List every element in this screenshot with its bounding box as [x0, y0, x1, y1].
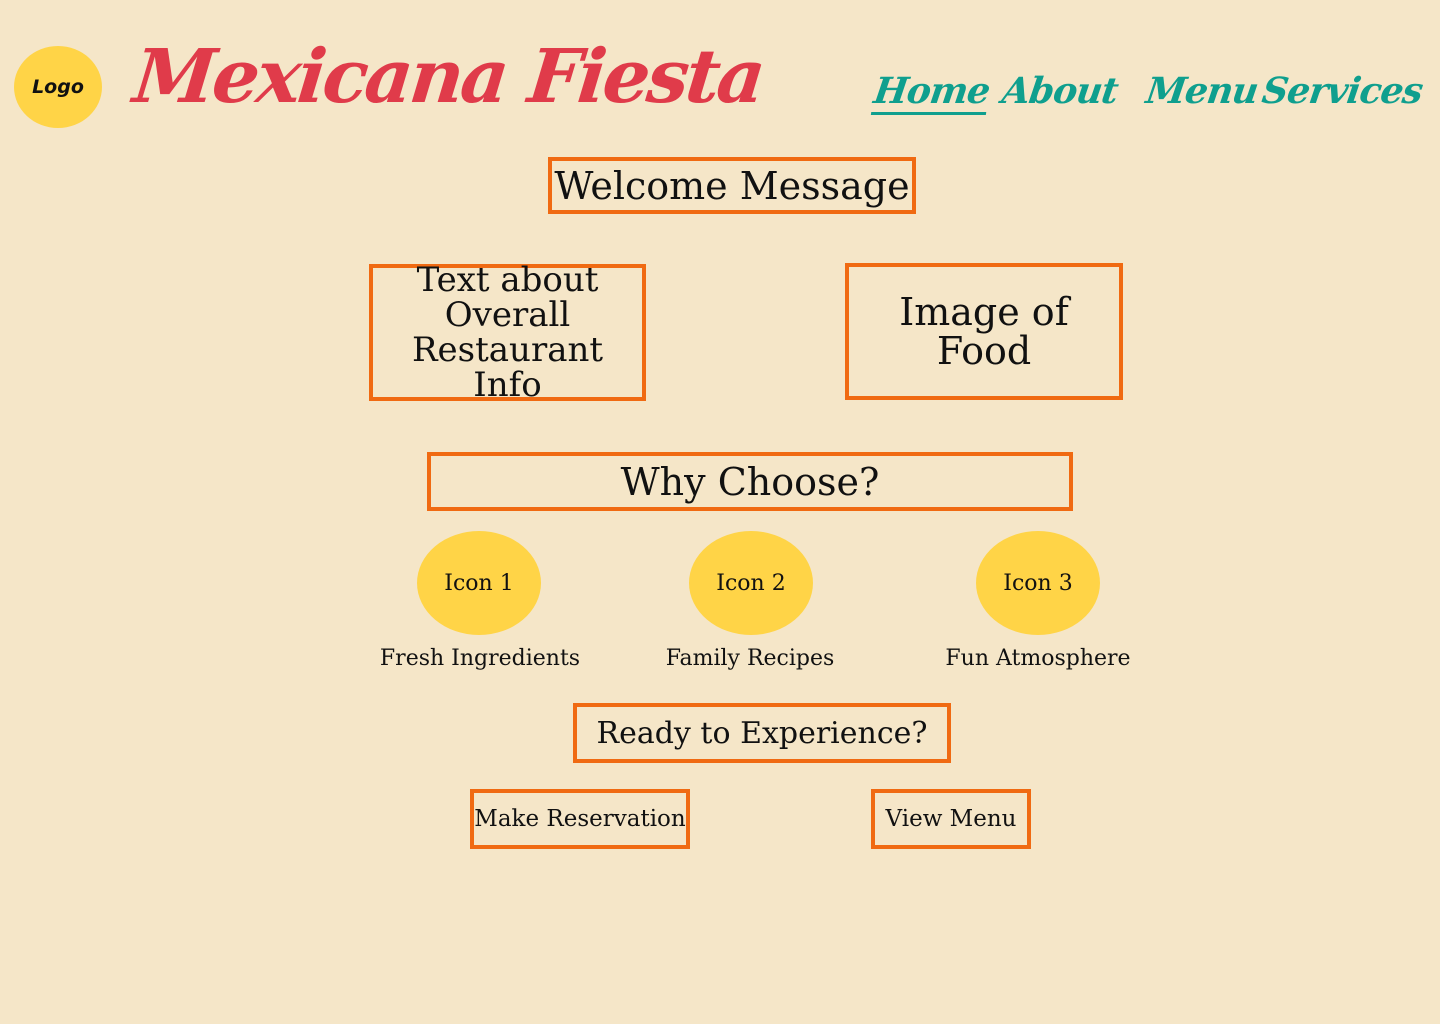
view-menu-label: View Menu: [885, 806, 1017, 832]
nav-services[interactable]: Services: [1259, 70, 1424, 118]
welcome-message: Welcome Message: [548, 157, 916, 214]
feature-label-fresh-ingredients: Fresh Ingredients: [379, 646, 581, 671]
nav-about[interactable]: About: [999, 70, 1120, 118]
feature-icon-2-label: Icon 2: [716, 570, 786, 596]
cta-heading: Ready to Experience?: [573, 703, 951, 763]
page: Logo Mexicana Fiesta Home About Menu Ser…: [0, 0, 1440, 1024]
logo-label: Logo: [32, 76, 84, 98]
why-choose-heading-text: Why Choose?: [620, 459, 880, 504]
restaurant-info-text: Text about Overall Restaurant Info: [411, 259, 604, 405]
welcome-message-text: Welcome Message: [554, 163, 910, 208]
feature-icon-2: Icon 2: [689, 531, 813, 635]
food-image-placeholder: Image of Food: [845, 263, 1123, 400]
feature-icon-1: Icon 1: [417, 531, 541, 635]
nav-home[interactable]: Home: [870, 70, 993, 115]
feature-label-family-recipes: Family Recipes: [665, 646, 835, 671]
make-reservation-button[interactable]: Make Reservation: [470, 789, 690, 849]
feature-icon-3-label: Icon 3: [1003, 570, 1073, 596]
restaurant-info-placeholder: Text about Overall Restaurant Info: [369, 259, 646, 405]
cta-heading-text: Ready to Experience?: [596, 715, 928, 751]
food-image-text: Image of Food: [899, 289, 1069, 373]
why-choose-heading: Why Choose?: [427, 452, 1073, 511]
logo[interactable]: Logo: [14, 46, 102, 128]
make-reservation-label: Make Reservation: [474, 806, 686, 832]
view-menu-button[interactable]: View Menu: [871, 789, 1031, 849]
feature-icon-1-label: Icon 1: [444, 570, 514, 596]
feature-icon-3: Icon 3: [976, 531, 1100, 635]
nav-menu[interactable]: Menu: [1143, 70, 1260, 118]
site-title: Mexicana Fiesta: [129, 34, 767, 120]
feature-label-fun-atmosphere: Fun Atmosphere: [945, 646, 1131, 671]
